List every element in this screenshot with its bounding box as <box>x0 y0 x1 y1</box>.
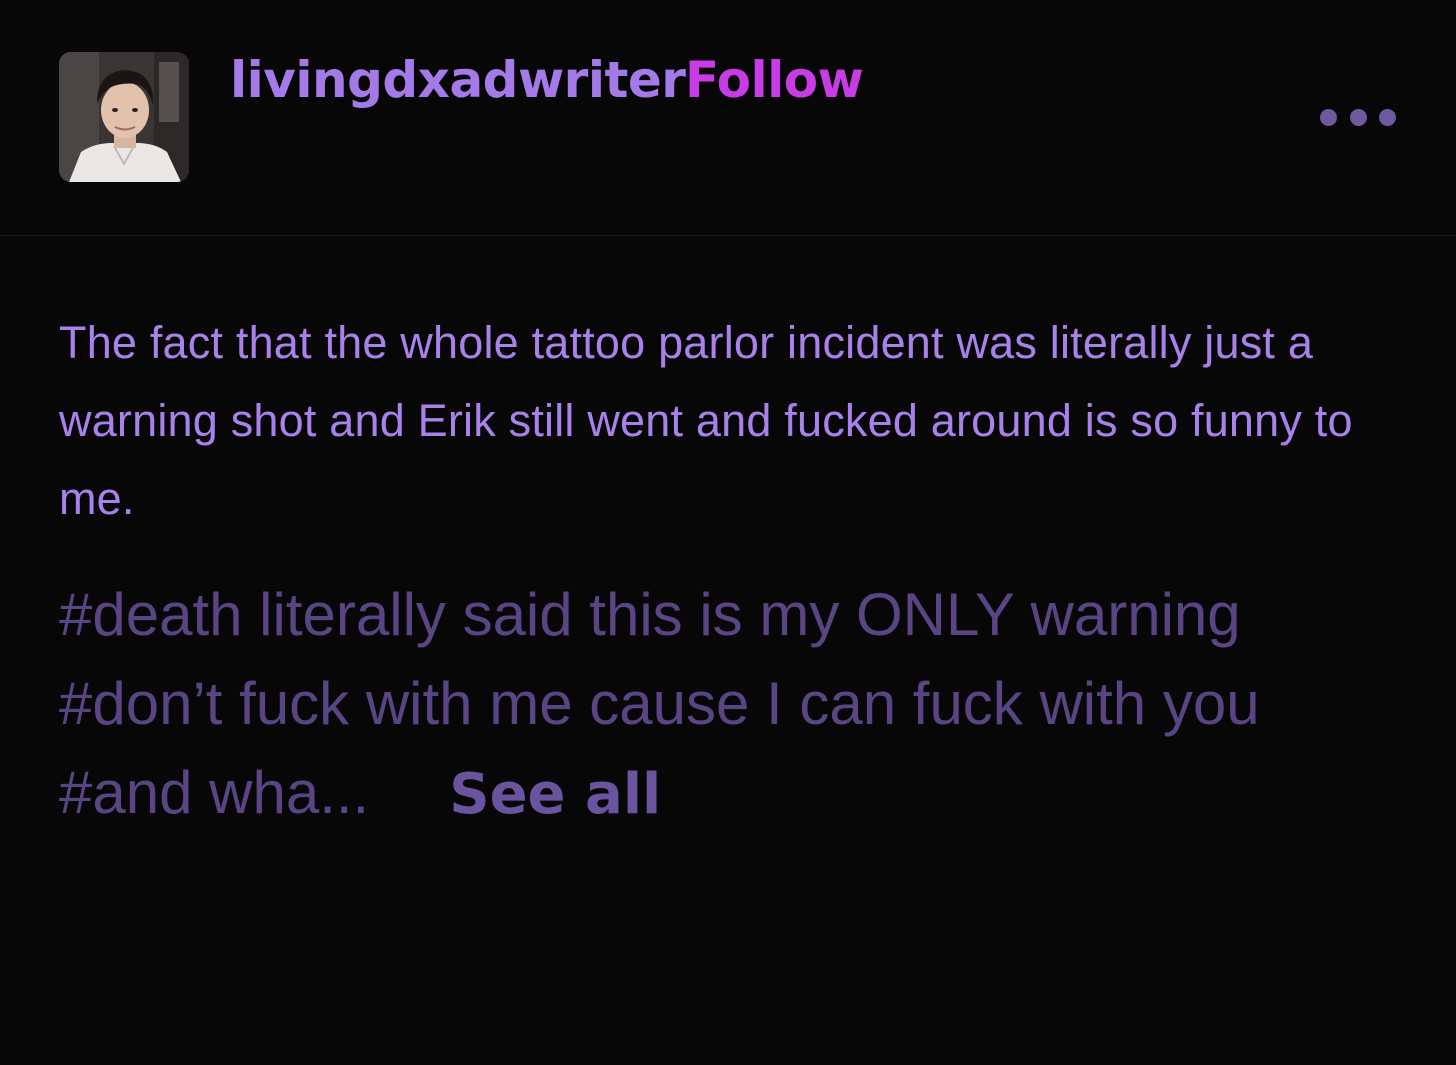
more-horizontal-icon <box>1349 108 1367 126</box>
more-horizontal-icon <box>1320 108 1337 126</box>
blog-name-link[interactable]: livingdxadwriter <box>230 48 686 112</box>
tag-link[interactable]: #don’t fuck with me cause I can fuck wit… <box>59 659 1389 748</box>
follow-button[interactable]: Follow <box>685 48 864 112</box>
more-options-button[interactable] <box>1320 100 1396 134</box>
post-body-text: The fact that the whole tattoo parlor in… <box>59 317 1353 524</box>
see-all-tags-button[interactable]: See all <box>449 750 661 839</box>
tag-link[interactable]: #and wha... <box>59 759 369 826</box>
avatar-image <box>59 52 189 182</box>
post-header: livingdxadwriter Follow <box>0 0 1456 236</box>
avatar[interactable] <box>59 52 189 182</box>
tag-link[interactable]: #death literally said this is my ONLY wa… <box>59 570 1389 659</box>
post-tags: #death literally said this is my ONLY wa… <box>59 570 1389 839</box>
more-horizontal-icon <box>1379 108 1396 126</box>
